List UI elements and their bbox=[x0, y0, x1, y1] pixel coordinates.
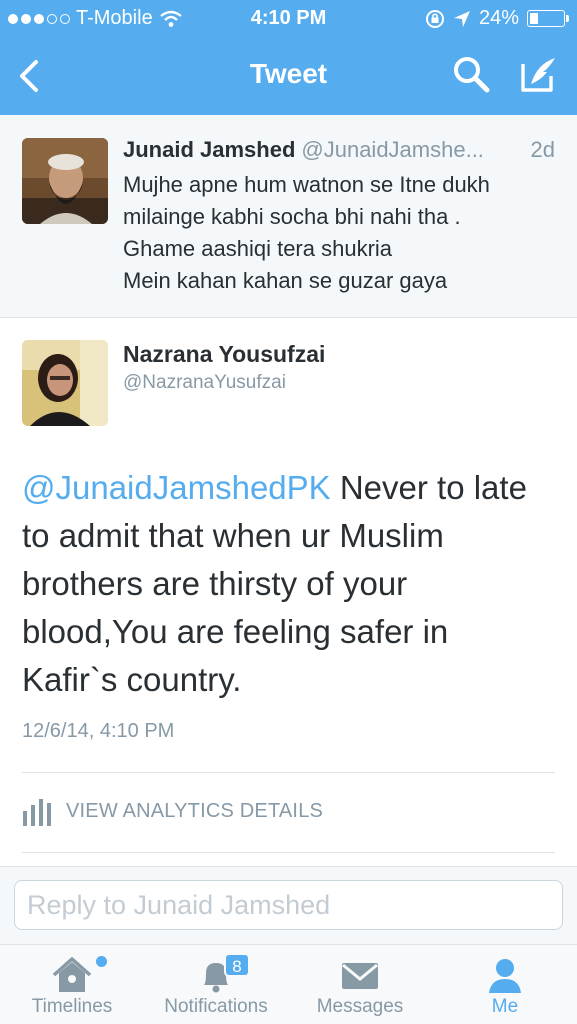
tweet-timestamp: 12/6/14, 4:10 PM bbox=[22, 720, 175, 742]
avatar-nazrana-image bbox=[22, 340, 108, 426]
tab-timelines[interactable]: Timelines bbox=[0, 945, 144, 1024]
author-name[interactable]: Junaid Jamshed bbox=[123, 137, 295, 162]
mention-link[interactable]: @JunaidJamshedPK bbox=[22, 469, 331, 506]
author-handle[interactable]: @JunaidJamshe... bbox=[301, 137, 484, 162]
tab-label: Messages bbox=[316, 996, 404, 1017]
tab-bar: Timelines 8 Notifications Messages Me bbox=[0, 944, 577, 1024]
compose-icon[interactable] bbox=[517, 54, 559, 96]
tweet-text-line: Mein kahan kahan se guzar gaya bbox=[123, 268, 448, 293]
status-bar: T-Mobile 4:10 PM 24% bbox=[0, 0, 577, 38]
tweet-text-line: Mujhe apne hum watnon se Itne dukh bbox=[123, 172, 490, 197]
tweet-text-line: blood,You are feeling safer in bbox=[22, 613, 449, 650]
analytics-label: VIEW ANALYTICS DETAILS bbox=[66, 799, 324, 822]
nav-bar: Tweet bbox=[0, 40, 577, 115]
home-icon bbox=[52, 957, 92, 992]
parent-tweet[interactable]: Junaid Jamshed @JunaidJamshe... 2d Mujhe … bbox=[0, 115, 577, 318]
status-right: 24% bbox=[425, 7, 569, 30]
avatar-junaid-image bbox=[22, 138, 108, 224]
tweet-text-line: to admit that when ur Muslim bbox=[22, 517, 444, 554]
divider bbox=[22, 772, 555, 773]
tweet-text-line: milainge kabhi socha bhi nahi tha . bbox=[123, 204, 461, 229]
tweet-text-line: Ghame aashiqi tera shukria bbox=[123, 236, 393, 261]
tweet-text-fragment: Never to late bbox=[330, 469, 527, 506]
avatar[interactable] bbox=[22, 340, 108, 426]
parent-tweet-text: Mujhe apne hum watnon se Itne dukh milai… bbox=[123, 169, 559, 297]
rotation-lock-icon bbox=[425, 9, 444, 28]
author-name[interactable]: Nazrana Yousufzai bbox=[123, 341, 325, 368]
tweet-text-line: Kafir`s country. bbox=[22, 661, 242, 698]
notification-badge: 8 bbox=[224, 953, 250, 977]
author-handle[interactable]: @NazranaYusufzai bbox=[123, 372, 286, 394]
reply-bar bbox=[0, 866, 577, 944]
new-content-dot bbox=[96, 956, 107, 967]
tab-label: Notifications bbox=[164, 996, 268, 1017]
main-tweet: Nazrana Yousufzai @NazranaYusufzai @Juna… bbox=[0, 319, 577, 865]
envelope-icon bbox=[342, 963, 378, 989]
tweet-age: 2d bbox=[530, 137, 555, 162]
tab-notifications[interactable]: 8 Notifications bbox=[144, 945, 288, 1024]
top-bar: T-Mobile 4:10 PM 24% Tweet bbox=[0, 0, 577, 115]
avatar[interactable] bbox=[22, 138, 108, 224]
tweet-text-line: @JunaidJamshedPK Never to late bbox=[22, 464, 562, 512]
search-icon[interactable] bbox=[451, 54, 491, 94]
tab-label: Me bbox=[491, 996, 519, 1017]
view-analytics-button[interactable]: VIEW ANALYTICS DETAILS bbox=[22, 795, 323, 827]
divider bbox=[22, 852, 555, 853]
tab-messages[interactable]: Messages bbox=[288, 945, 432, 1024]
person-icon bbox=[489, 959, 521, 993]
parent-tweet-header: Junaid Jamshed @JunaidJamshe... 2d bbox=[123, 137, 555, 163]
tab-label: Timelines bbox=[31, 996, 113, 1017]
reply-input[interactable] bbox=[14, 880, 563, 930]
battery-percent: 24% bbox=[478, 7, 519, 29]
tab-me[interactable]: Me bbox=[433, 945, 577, 1024]
main-tweet-text: @JunaidJamshedPK Never to late to admit … bbox=[22, 464, 562, 704]
tweet-text-line: brothers are thirsty of your bbox=[22, 565, 408, 602]
analytics-icon bbox=[23, 799, 51, 826]
location-icon bbox=[453, 10, 470, 27]
battery-icon bbox=[527, 10, 569, 27]
